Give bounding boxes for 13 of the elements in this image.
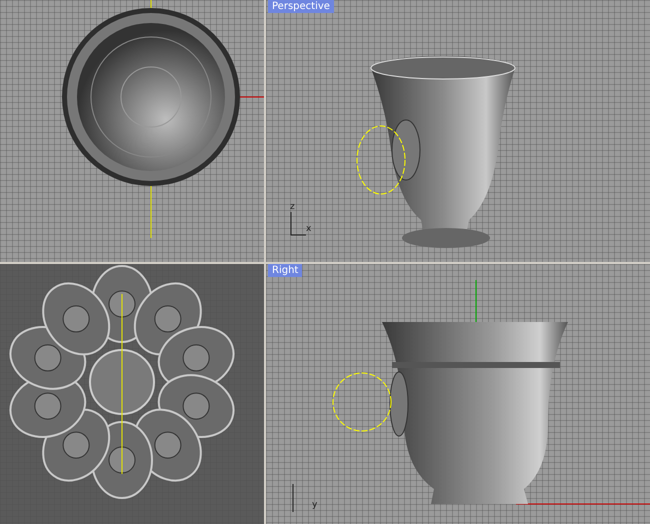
viewport-label[interactable]: Right xyxy=(268,264,302,277)
axis-label: x xyxy=(306,224,312,234)
axis-label: y xyxy=(312,500,318,510)
axis-gizmo-icon xyxy=(292,484,294,512)
top-viewport[interactable] xyxy=(0,0,264,262)
selection-circle xyxy=(356,126,406,194)
selection-circle xyxy=(332,372,392,432)
perspective-viewport[interactable]: Perspective z x xyxy=(266,0,650,262)
right-viewport[interactable]: Right y xyxy=(266,264,650,524)
axis-gizmo-icon xyxy=(290,212,306,236)
axis-label: z xyxy=(290,202,295,212)
viewport-label[interactable]: Perspective xyxy=(268,0,334,13)
detail-viewport[interactable] xyxy=(0,264,264,524)
